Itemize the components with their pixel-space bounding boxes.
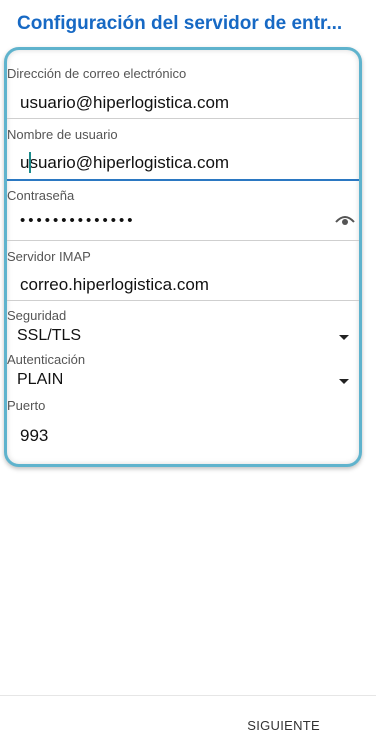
server-settings-form: Dirección de correo electrónico usuario@… (4, 47, 362, 467)
email-field-group: Dirección de correo electrónico usuario@… (7, 50, 359, 120)
eye-icon[interactable] (335, 212, 355, 226)
security-dropdown[interactable]: Seguridad SSL/TLS (7, 302, 359, 347)
email-label: Dirección de correo electrónico (7, 66, 187, 81)
authentication-dropdown[interactable]: Autenticación PLAIN (7, 347, 359, 392)
password-input[interactable]: •••••••••••••• (20, 212, 136, 229)
email-input[interactable]: usuario@hiperlogistica.com (20, 93, 229, 113)
page-title: Configuración del servidor de entr... (17, 13, 343, 34)
port-label: Puerto (7, 398, 46, 413)
security-label: Seguridad (7, 308, 67, 323)
imap-server-underline (7, 300, 359, 301)
password-underline (7, 240, 359, 241)
chevron-down-icon (339, 335, 349, 340)
imap-server-label: Servidor IMAP (7, 249, 91, 264)
username-label: Nombre de usuario (7, 127, 118, 142)
port-field-group: Puerto 993 (7, 392, 359, 464)
username-input[interactable]: usuario@hiperlogistica.com (20, 153, 229, 173)
authentication-label: Autenticación (7, 352, 86, 367)
bottom-action-bar: SIGUIENTE (0, 695, 376, 755)
password-label: Contraseña (7, 188, 75, 203)
imap-server-input[interactable]: correo.hiperlogistica.com (20, 275, 209, 295)
password-field-group: Contraseña •••••••••••••• (7, 181, 359, 242)
authentication-value: PLAIN (17, 371, 64, 388)
email-underline (7, 118, 359, 119)
text-cursor (29, 152, 31, 173)
chevron-down-icon (339, 379, 349, 384)
security-value: SSL/TLS (17, 327, 82, 344)
port-input[interactable]: 993 (20, 426, 48, 446)
username-field-group: Nombre de usuario usuario@hiperlogistica… (7, 120, 359, 181)
next-button[interactable]: SIGUIENTE (247, 718, 320, 733)
imap-server-field-group: Servidor IMAP correo.hiperlogistica.com (7, 242, 359, 302)
